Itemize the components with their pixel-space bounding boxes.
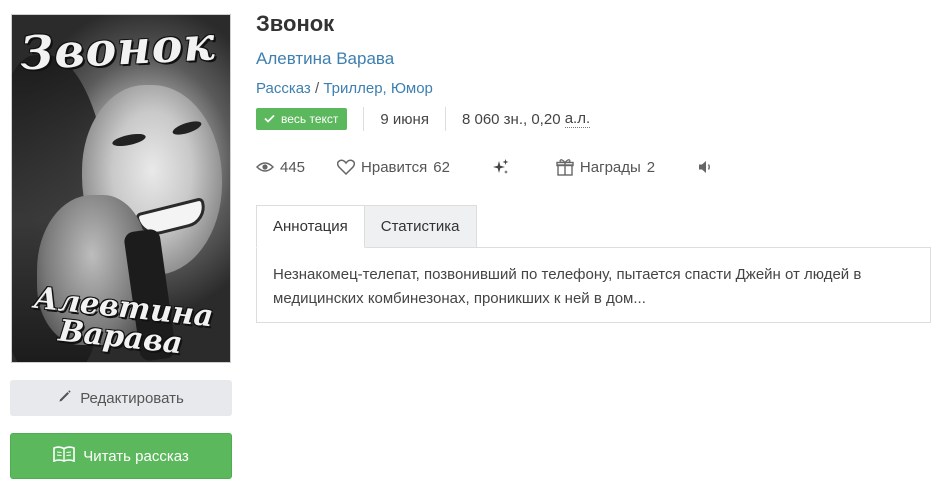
- gift-icon: [556, 158, 574, 176]
- author-sheet-unit[interactable]: а.л.: [564, 110, 591, 128]
- annotation-text: Незнакомец-телепат, позвонивший по телеф…: [273, 266, 862, 307]
- divider: [444, 107, 446, 131]
- eye-icon: [256, 161, 274, 173]
- sparkles-icon: [492, 158, 510, 176]
- read-story-button[interactable]: Читать рассказ: [10, 433, 232, 479]
- speaker-icon: [697, 159, 715, 175]
- heart-icon: [337, 159, 356, 175]
- full-text-badge: весь текст: [256, 108, 348, 130]
- views-count: 445: [280, 158, 306, 176]
- tab-statistics[interactable]: Статистика: [364, 205, 477, 248]
- tabs-bar: Аннотация Статистика: [256, 205, 477, 248]
- book-cover[interactable]: Звонок Алевтина Варава: [11, 14, 231, 363]
- full-text-badge-label: весь текст: [281, 112, 339, 126]
- form-link[interactable]: Рассказ: [256, 80, 311, 97]
- awards-button[interactable]: Награды 2: [556, 158, 655, 176]
- stats-row: 445 Нравится 62 Награды 2: [256, 154, 715, 180]
- annotation-panel: Незнакомец-телепат, позвонивший по телеф…: [256, 247, 931, 323]
- read-button-label: Читать рассказ: [83, 447, 189, 465]
- views-stat: 445: [256, 159, 305, 176]
- genre-link-thriller[interactable]: Триллер: [323, 80, 382, 97]
- tab-annotation[interactable]: Аннотация: [256, 205, 365, 248]
- likes-label: Нравится: [361, 158, 428, 176]
- awards-label: Награды: [579, 158, 641, 176]
- book-icon: [53, 446, 76, 466]
- divider: [363, 107, 365, 131]
- publish-date: 9 июня: [380, 110, 429, 128]
- genres-line: Рассказ / Триллер, Юмор: [256, 80, 433, 97]
- text-size: 8 060 зн., 0,20: [461, 110, 561, 128]
- genre-separator: /: [314, 80, 320, 97]
- genre-comma: ,: [382, 80, 387, 97]
- genre-link-humor[interactable]: Юмор: [391, 80, 433, 97]
- listen-button[interactable]: [697, 159, 715, 175]
- likes-count: 62: [433, 158, 450, 176]
- book-title: Звонок: [256, 11, 335, 36]
- awards-count: 2: [646, 158, 656, 176]
- check-icon: [264, 112, 275, 126]
- edit-button-label: Редактировать: [80, 389, 184, 407]
- sparkles-button[interactable]: [492, 158, 510, 176]
- author-link[interactable]: Алевтина Варава: [256, 49, 394, 69]
- pencil-icon: [58, 389, 72, 407]
- cover-title-art: Звонок: [18, 16, 217, 81]
- meta-row: весь текст 9 июня 8 060 зн., 0,20 а.л.: [256, 107, 591, 131]
- like-button[interactable]: Нравится 62: [337, 159, 450, 176]
- edit-button[interactable]: Редактировать: [10, 380, 232, 416]
